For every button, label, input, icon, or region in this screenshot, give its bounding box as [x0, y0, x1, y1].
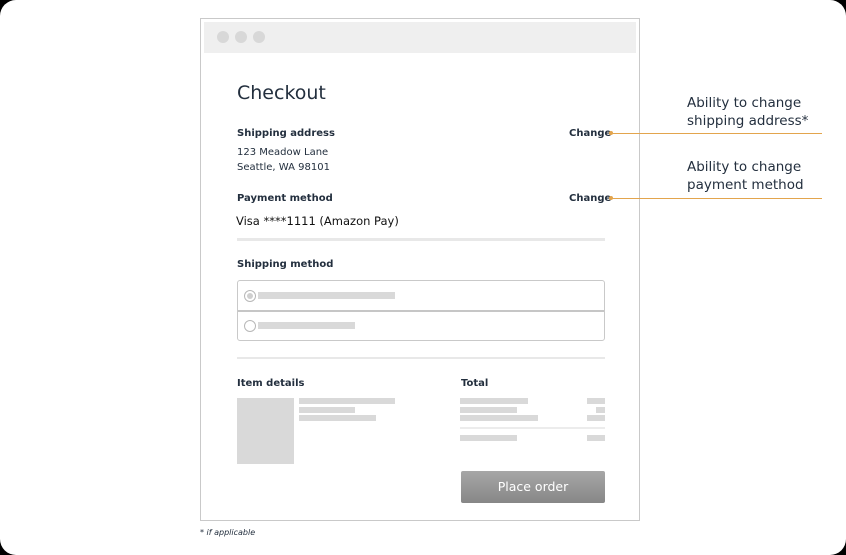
diagram-canvas: Checkout Shipping address 123 Meadow Lan… [0, 0, 846, 555]
total-line-value-placeholder [587, 398, 605, 404]
payment-method-value: Visa ****1111 (Amazon Pay) [236, 214, 399, 228]
shipping-option-1-placeholder [258, 292, 395, 299]
total-label: Total [461, 378, 489, 389]
total-divider [460, 427, 605, 429]
annotation-line: Ability to change [687, 159, 802, 175]
shipping-option-1-radio[interactable] [244, 290, 256, 302]
total-line-label-placeholder [460, 415, 538, 421]
annotation-shipping-address: Ability to change shipping address* [687, 94, 808, 130]
shipping-address-line2: Seattle, WA 98101 [237, 162, 330, 173]
window-minimize-dot-icon[interactable] [235, 31, 247, 43]
shipping-method-label: Shipping method [237, 259, 334, 270]
annotation-line: shipping address* [687, 113, 809, 129]
section-divider [237, 357, 605, 359]
total-line-label-placeholder [460, 398, 528, 404]
leader-line-shipping-address [611, 133, 822, 134]
grand-total-label-placeholder [460, 435, 517, 441]
shipping-address-line1: 123 Meadow Lane [237, 147, 329, 158]
payment-method-label: Payment method [237, 193, 333, 204]
item-text-placeholder [299, 415, 376, 421]
window-close-dot-icon[interactable] [217, 31, 229, 43]
total-line-value-placeholder [587, 415, 605, 421]
item-text-placeholder [299, 407, 355, 413]
section-divider [237, 238, 605, 241]
payment-method-change-link[interactable]: Change [569, 193, 611, 204]
shipping-option-2-placeholder [258, 322, 355, 329]
shipping-address-label: Shipping address [237, 128, 335, 139]
item-details-label: Item details [237, 378, 305, 389]
annotation-line: payment method [687, 177, 804, 193]
window-maximize-dot-icon[interactable] [253, 31, 265, 43]
shipping-method-options [237, 280, 605, 341]
grand-total-value-placeholder [587, 435, 605, 441]
shipping-address-change-link[interactable]: Change [569, 128, 611, 139]
item-text-placeholder [299, 398, 395, 404]
leader-line-payment-method [611, 198, 822, 199]
option-separator [238, 310, 604, 312]
item-image-placeholder [237, 398, 294, 464]
shipping-option-2-radio[interactable] [244, 320, 256, 332]
annotation-line: Ability to change [687, 95, 802, 111]
total-line-label-placeholder [460, 407, 517, 413]
place-order-button[interactable]: Place order [461, 471, 605, 503]
footnote: * if applicable [200, 528, 256, 537]
window-titlebar [204, 22, 636, 53]
total-line-value-placeholder [596, 407, 605, 413]
annotation-payment-method: Ability to change payment method [687, 158, 804, 194]
page-title: Checkout [237, 82, 326, 104]
